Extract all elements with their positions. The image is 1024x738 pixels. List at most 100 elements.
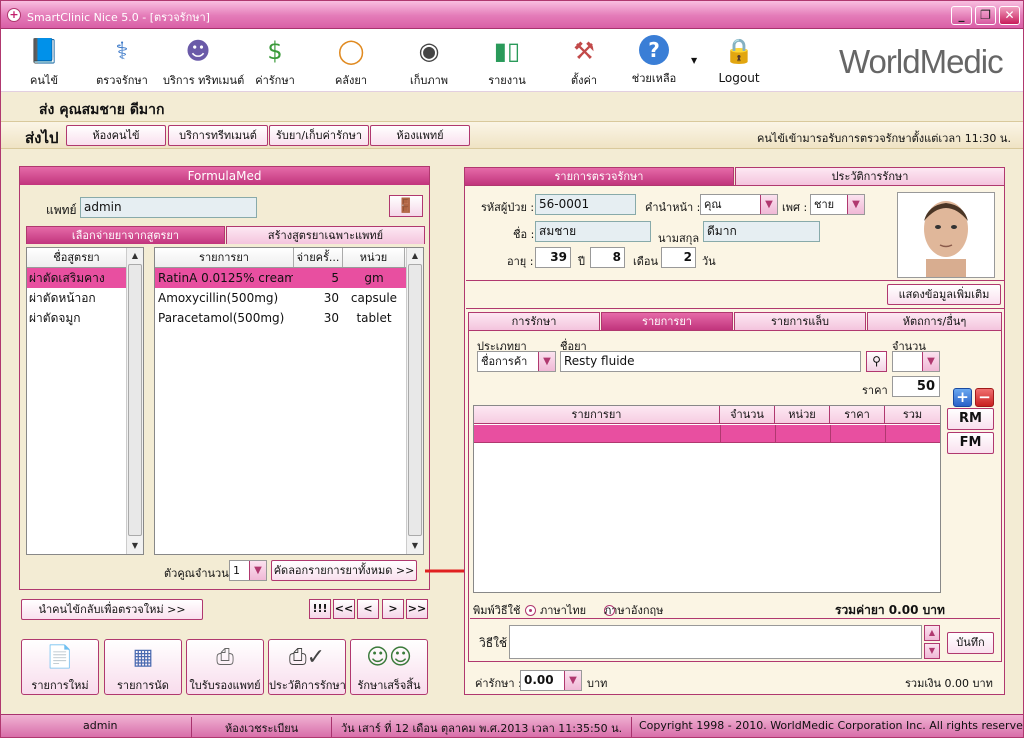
- formula-row[interactable]: ผ่าตัดจมูก: [27, 308, 127, 328]
- tools-icon: ⚒: [573, 37, 595, 65]
- appointments-button[interactable]: ▦ รายการนัด: [104, 639, 182, 695]
- return-patient-button[interactable]: นำคนไข้กลับเพื่อตรวจใหม่ >>: [21, 599, 203, 620]
- rm-button[interactable]: RM: [947, 408, 994, 430]
- formula-list-scrollbar[interactable]: ▲ ▼: [126, 248, 143, 554]
- toolbar-examine-button[interactable]: ⚕ ตรวจรักษา: [87, 33, 157, 91]
- toolbar-photos-button[interactable]: ◉ เก็บภาพ: [394, 33, 464, 91]
- drug-type-select[interactable]: ชื่อการค้า ▼: [477, 351, 556, 372]
- drug-grid-scrollbar[interactable]: ▲ ▼: [406, 248, 423, 554]
- scroll-down-icon[interactable]: ▼: [407, 538, 423, 554]
- formula-row-selected[interactable]: ผ่าตัดเสริมคาง: [27, 268, 127, 288]
- order-row-selected[interactable]: [474, 425, 940, 443]
- tab-drug-list[interactable]: รายการยา: [601, 312, 733, 330]
- tab-examination[interactable]: รายการตรวจรักษา: [464, 167, 734, 185]
- toolbar-pharmacy-button[interactable]: ◯ คลังยา: [316, 33, 386, 91]
- fee-select[interactable]: 0.00 ▼: [520, 670, 582, 691]
- scroll-thumb[interactable]: [408, 264, 422, 536]
- col-drug: รายการยา: [474, 406, 720, 424]
- remove-drug-button[interactable]: −: [975, 388, 994, 407]
- drug-row-selected[interactable]: RatinA 0.0125% cream 5 gm: [155, 268, 406, 288]
- send-pharmacy-button[interactable]: รับยา/เก็บค่ารักษา: [269, 125, 369, 146]
- help-dropdown-icon[interactable]: ▼: [691, 56, 697, 65]
- window-title: SmartClinic Nice 5.0 - [ตรวจรักษา]: [27, 11, 210, 24]
- prefix-select[interactable]: คุณ ▼: [700, 194, 778, 215]
- send-treatment-button[interactable]: บริการทรีทเมนต์: [168, 125, 268, 146]
- nav-prev-button[interactable]: <: [357, 599, 379, 619]
- tab-create-formula[interactable]: สร้างสูตรยาเฉพาะแพทย์: [226, 226, 425, 244]
- drug-name-field[interactable]: Resty fluide: [560, 351, 861, 372]
- age-years-field[interactable]: 39: [535, 247, 571, 268]
- scroll-up-icon[interactable]: ▲: [127, 248, 143, 264]
- exit-door-icon[interactable]: 🚪: [389, 195, 423, 217]
- name-label: ชื่อ :: [513, 228, 535, 241]
- send-doctor-room-button[interactable]: ห้องแพทย์: [370, 125, 470, 146]
- finish-treatment-button[interactable]: ☺☺ รักษาเสร็จสิ้น: [350, 639, 428, 695]
- nav-last-button[interactable]: >>: [406, 599, 428, 619]
- toolbar-treatment-button[interactable]: ☻ บริการ ทริทเมนต์: [163, 33, 244, 91]
- toolbar-reports-button[interactable]: ▮▯ รายงาน: [472, 33, 542, 91]
- tab-lab-list[interactable]: รายการแล็บ: [734, 312, 866, 330]
- tab-select-formula[interactable]: เลือกจ่ายยาจากสูตรยา: [26, 226, 225, 244]
- close-button[interactable]: ✕: [999, 6, 1020, 25]
- quantity-select[interactable]: ▼: [892, 351, 940, 372]
- send-to-label: ส่งไป: [25, 129, 59, 147]
- col-drug-name: รายการยา: [155, 248, 294, 267]
- tab-procedures[interactable]: หัตถการ/อื่นๆ: [867, 312, 1002, 330]
- show-more-info-button[interactable]: แสดงข้อมูลเพิ่มเติม: [887, 284, 1001, 305]
- status-datetime: วัน เสาร์ ที่ 12 เดือน ตุลาคม พ.ศ.2013 เ…: [341, 722, 623, 735]
- chevron-down-icon: ▼: [847, 195, 864, 214]
- nav-marker-button[interactable]: !!!: [309, 599, 331, 619]
- col-quantity: จำนวน: [720, 406, 775, 424]
- age-months-field[interactable]: 8: [590, 247, 625, 268]
- usage-scroll-up-icon[interactable]: ▲: [924, 625, 940, 641]
- scroll-thumb[interactable]: [128, 264, 142, 536]
- fm-button[interactable]: FM: [947, 432, 994, 454]
- radio-thai[interactable]: [525, 605, 536, 616]
- scroll-up-icon[interactable]: ▲: [407, 248, 423, 264]
- drug-row[interactable]: Paracetamol(500mg) 30 tablet: [155, 308, 406, 328]
- toolbar-help-button[interactable]: ? ช่วยเหลือ: [619, 33, 689, 91]
- price-field[interactable]: 50: [892, 376, 940, 397]
- nav-next-button[interactable]: >: [382, 599, 404, 619]
- multiplier-select[interactable]: 1 ▼: [229, 560, 267, 581]
- medical-certificate-button[interactable]: ⎙ ใบรับรองแพทย์: [186, 639, 264, 695]
- sex-select[interactable]: ชาย ▼: [810, 194, 865, 215]
- formula-panel-title: FormulaMed: [20, 167, 429, 185]
- tab-history[interactable]: ประวัติการรักษา: [735, 167, 1005, 185]
- people-icon: ☺☺: [366, 645, 412, 670]
- doctor-field[interactable]: admin: [80, 197, 257, 218]
- toolbar-patients-button[interactable]: 📘 คนไข้: [9, 33, 79, 91]
- bar-chart-icon: ▮▯: [493, 37, 521, 65]
- toolbar-settings-button[interactable]: ⚒ ตั้งค่า: [549, 33, 619, 91]
- search-icon[interactable]: ⚲: [866, 351, 887, 372]
- restore-button[interactable]: ❐: [975, 6, 996, 25]
- formula-list-header: ชื่อสูตรยา: [27, 248, 127, 267]
- send-to-bar: ส่งไป ห้องคนไข้ บริการทรีทเมนต์ รับยา/เก…: [1, 121, 1023, 149]
- order-grid: รายการยา จำนวน หน่วย ราคา รวม: [473, 405, 941, 593]
- copy-all-drugs-button[interactable]: คัดลอกรายการยาทั้งหมด >>: [271, 560, 417, 581]
- usage-scroll-down-icon[interactable]: ▼: [924, 643, 940, 659]
- send-patient-room-button[interactable]: ห้องคนไข้: [66, 125, 166, 146]
- formula-name: ผ่าตัดเสริมคาง: [29, 271, 105, 285]
- scroll-down-icon[interactable]: ▼: [127, 538, 143, 554]
- printer-check-icon: ⎙✓: [288, 645, 326, 670]
- nav-first-button[interactable]: <<: [333, 599, 355, 619]
- usage-textarea[interactable]: [509, 625, 922, 659]
- patient-id-field[interactable]: 56-0001: [535, 194, 636, 215]
- toolbar-fees-button[interactable]: $ ค่ารักษา: [240, 33, 310, 91]
- save-button[interactable]: บันทึก: [947, 632, 994, 654]
- first-name-field[interactable]: สมชาย: [535, 221, 651, 242]
- minimize-button[interactable]: _: [951, 6, 972, 25]
- new-record-button[interactable]: 📄 รายการใหม่: [21, 639, 99, 695]
- treatment-history-print-button[interactable]: ⎙✓ ประวัติการรักษา: [268, 639, 346, 695]
- surname-field[interactable]: ดีมาก: [703, 221, 820, 242]
- chevron-down-icon: ▼: [922, 352, 939, 371]
- drug-unit: gm: [364, 271, 384, 285]
- age-days-field[interactable]: 2: [661, 247, 696, 268]
- toolbar-logout-button[interactable]: 🔒 Logout: [704, 33, 774, 91]
- formula-row[interactable]: ผ่าตัดหน้าอก: [27, 288, 127, 308]
- tab-treatment[interactable]: การรักษา: [468, 312, 600, 330]
- title-bar: + SmartClinic Nice 5.0 - [ตรวจรักษา] _ ❐…: [1, 1, 1023, 29]
- drug-row[interactable]: Amoxycillin(500mg) 30 capsule: [155, 288, 406, 308]
- add-drug-button[interactable]: +: [953, 388, 972, 407]
